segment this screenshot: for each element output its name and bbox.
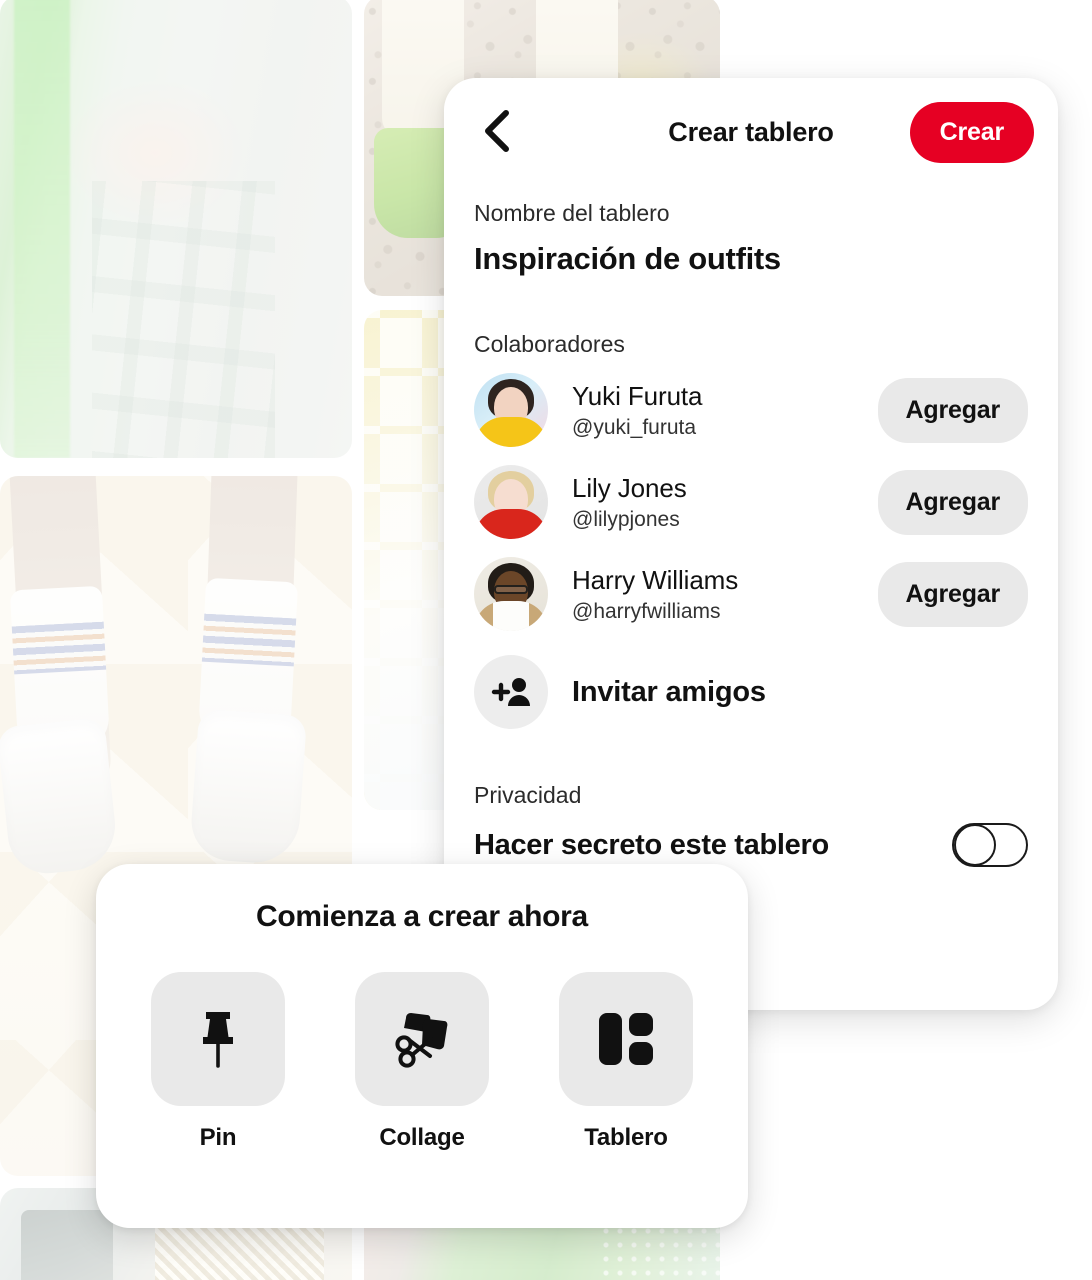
- avatar-lily-jones: [474, 465, 548, 539]
- collaborator-info: Yuki Furuta @yuki_furuta: [572, 380, 878, 441]
- avatar-glasses: [494, 585, 528, 594]
- shoe-right: [188, 708, 308, 866]
- sheet-body: Nombre del tablero Inspiración de outfit…: [444, 200, 1058, 912]
- app-screen: Crear tablero Crear Nombre del tablero I…: [0, 0, 1092, 1280]
- collaborator-handle: @lilypjones: [572, 508, 680, 532]
- create-button[interactable]: Crear: [909, 101, 1034, 163]
- privacy-label: Privacidad: [474, 782, 582, 808]
- create-actions: Pin Collage Tablero: [96, 972, 748, 1152]
- toggle-knob: [954, 824, 996, 866]
- collaborator-row: Yuki Furuta @yuki_furuta Agregar: [474, 364, 1028, 456]
- create-action-pin[interactable]: Pin: [151, 972, 285, 1152]
- avatar-torso: [474, 601, 548, 631]
- shoe-left: [0, 716, 120, 878]
- create-action-collage[interactable]: Collage: [355, 972, 489, 1152]
- collaborator-name: Harry Williams: [572, 564, 739, 595]
- add-collaborator-button[interactable]: Agregar: [877, 561, 1028, 627]
- invite-friends-row[interactable]: Invitar amigos: [474, 646, 1028, 738]
- create-action-label: Pin: [199, 1124, 237, 1151]
- invite-friends-label: Invitar amigos: [572, 675, 766, 708]
- pin-tile-hand-with-rings[interactable]: [0, 0, 352, 458]
- board-grid-icon: [559, 972, 693, 1106]
- collaborator-row: Harry Williams @harryfwilliams Agregar: [474, 548, 1028, 640]
- add-collaborator-button[interactable]: Agregar: [877, 469, 1028, 535]
- avatar-torso: [474, 509, 548, 539]
- chevron-left-icon: [481, 109, 511, 155]
- collaborator-row: Lily Jones @lilypjones Agregar: [474, 456, 1028, 548]
- board-name-input[interactable]: Inspiración de outfits: [474, 241, 1028, 277]
- pushpin-icon: [151, 972, 285, 1106]
- secret-board-title: Hacer secreto este tablero: [474, 828, 829, 861]
- add-collaborator-button[interactable]: Agregar: [877, 377, 1028, 443]
- back-button[interactable]: [474, 109, 518, 155]
- collaborator-info: Harry Williams @harryfwilliams: [572, 564, 878, 625]
- privacy-row: Hacer secreto este tablero: [474, 823, 1028, 867]
- start-creating-card: Comienza a crear ahora Pin Collage Table…: [96, 864, 748, 1228]
- collaborator-name: Yuki Furuta: [572, 380, 703, 411]
- create-action-label: Tablero: [584, 1124, 668, 1151]
- collaborator-info: Lily Jones @lilypjones: [572, 472, 878, 533]
- collaborator-name: Lily Jones: [572, 472, 687, 503]
- collaborators-label: Colaboradores: [474, 331, 625, 357]
- scissors-collage-icon: [355, 972, 489, 1106]
- collaborator-handle: @yuki_furuta: [572, 416, 697, 440]
- avatar-torso: [474, 417, 548, 447]
- person-add-icon: [474, 655, 548, 729]
- board-name-label: Nombre del tablero: [474, 200, 670, 226]
- avatar-yuki-furuta: [474, 373, 548, 447]
- start-creating-title: Comienza a crear ahora: [256, 900, 588, 933]
- collaborator-handle: @harryfwilliams: [572, 600, 721, 624]
- avatar-harry-williams: [474, 557, 548, 631]
- create-action-board[interactable]: Tablero: [559, 972, 693, 1152]
- create-action-label: Collage: [379, 1124, 465, 1151]
- secret-board-toggle[interactable]: [952, 823, 1028, 867]
- sheet-header: Crear tablero Crear: [444, 78, 1058, 186]
